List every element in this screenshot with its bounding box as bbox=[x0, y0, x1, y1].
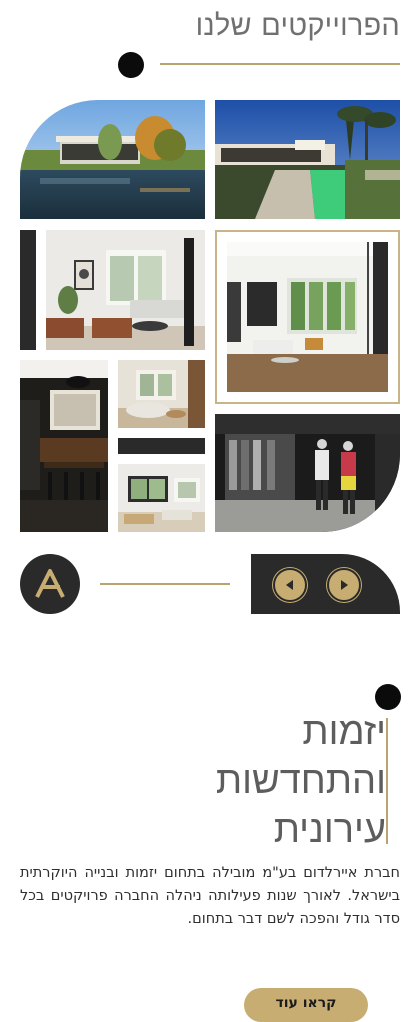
gallery-tile-pool-villa[interactable] bbox=[20, 100, 205, 219]
gallery-tile-framed-living-room[interactable] bbox=[215, 230, 400, 404]
chevron-left-icon bbox=[286, 580, 293, 590]
headline-line-3: עירונית bbox=[273, 807, 386, 851]
decorative-dot bbox=[118, 52, 144, 78]
gallery-tile-fashion-store[interactable] bbox=[215, 414, 400, 532]
brand-logo[interactable] bbox=[20, 554, 80, 614]
vertical-gold-line bbox=[386, 718, 388, 844]
gallery-bar-dark-horizontal bbox=[118, 438, 205, 454]
headline-line-2: והתחדשות bbox=[215, 758, 386, 802]
gallery-tile-living-room[interactable] bbox=[46, 230, 205, 350]
headline-line-1: יזמות bbox=[302, 709, 386, 753]
chevron-right-icon bbox=[341, 580, 348, 590]
nav-divider-line bbox=[100, 583, 230, 585]
read-more-button[interactable]: קראו עוד bbox=[244, 988, 368, 1022]
divider-line bbox=[160, 63, 400, 65]
gallery-tile-dining[interactable] bbox=[118, 464, 205, 532]
gallery-tile-dark-kitchen[interactable] bbox=[20, 360, 108, 532]
gallery-bar-dark bbox=[20, 230, 36, 350]
gallery-tile-garden-pool[interactable] bbox=[215, 100, 400, 219]
prev-button[interactable] bbox=[273, 568, 307, 602]
a-logo-icon bbox=[35, 569, 65, 598]
about-headline: יזמות והתחדשות עירונית bbox=[146, 707, 386, 854]
about-paragraph: חברת איירלדום בע"מ מובילה בתחום יזמות וב… bbox=[20, 865, 400, 927]
next-button[interactable] bbox=[327, 568, 361, 602]
gallery-tile-lounge[interactable] bbox=[118, 360, 205, 428]
gallery-nav bbox=[251, 554, 400, 614]
projects-title: הפרוייקטים שלנו bbox=[195, 8, 400, 42]
